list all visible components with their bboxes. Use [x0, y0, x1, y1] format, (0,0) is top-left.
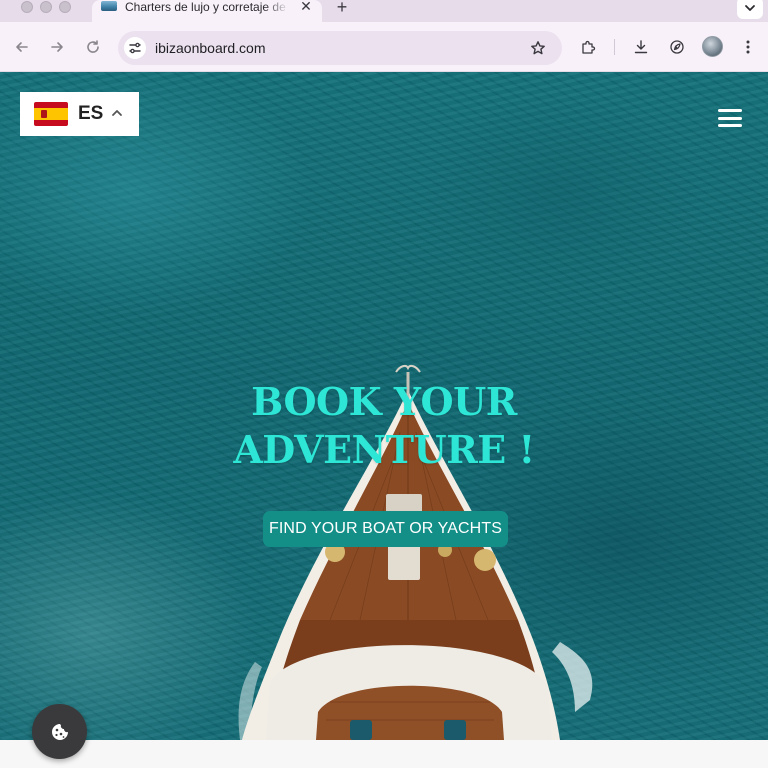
- bookmark-button[interactable]: [528, 38, 548, 58]
- close-icon[interactable]: ✕: [297, 0, 315, 14]
- hamburger-icon[interactable]: [716, 107, 744, 129]
- hero-title: BOOK YOUR ADVENTURE !: [184, 378, 584, 474]
- flag-crest: [41, 110, 47, 118]
- tab-strip: Charters de lujo y corretaje de ✕ +: [0, 0, 768, 24]
- downloads-button[interactable]: [631, 37, 651, 57]
- site-info-button[interactable]: [124, 37, 146, 59]
- hamburger-bar: [718, 116, 742, 120]
- star-icon: [531, 41, 545, 55]
- hamburger-bar: [718, 109, 742, 112]
- performance-button[interactable]: [667, 37, 687, 57]
- zoom-window-button[interactable]: [59, 1, 71, 13]
- plus-icon[interactable]: +: [332, 0, 352, 17]
- cookie-settings-button[interactable]: [32, 704, 87, 759]
- tab-search-button[interactable]: [737, 0, 763, 19]
- language-code: ES: [78, 103, 104, 124]
- extensions-button[interactable]: [578, 37, 598, 57]
- reload-icon: [87, 40, 99, 53]
- hero-title-exclaim: !: [518, 427, 535, 472]
- hamburger-bar: [718, 124, 742, 127]
- address-bar[interactable]: ibizaonboard.com: [118, 31, 562, 65]
- tune-icon: [129, 42, 141, 54]
- kebab-menu-icon: [746, 40, 750, 54]
- close-window-button[interactable]: [21, 1, 33, 13]
- download-icon: [634, 40, 648, 54]
- find-boat-button[interactable]: FIND YOUR BOAT OR YACHTS: [263, 511, 508, 547]
- chevron-up-icon: [110, 106, 124, 120]
- browser-menu-button[interactable]: [738, 37, 758, 57]
- browser-toolbar: ibizaonboard.com: [0, 22, 768, 72]
- hero-title-line1: BOOK YOUR: [251, 379, 517, 424]
- hero-title-line2: ADVENTURE !: [184, 426, 584, 474]
- arrow-right-icon: [51, 42, 63, 52]
- cookie-icon: [51, 723, 68, 740]
- back-button[interactable]: [12, 37, 32, 57]
- arrow-left-icon: [16, 42, 28, 52]
- tab-title: Charters de lujo y corretaje de: [125, 0, 286, 14]
- ibiza-boat-favicon-icon: [101, 1, 117, 11]
- reload-button[interactable]: [83, 37, 103, 57]
- puzzle-icon: [582, 40, 596, 54]
- toolbar-divider: [614, 39, 615, 55]
- spain-flag-icon: [34, 102, 68, 126]
- language-selector[interactable]: ES: [20, 92, 139, 136]
- url-text[interactable]: ibizaonboard.com: [155, 39, 266, 57]
- hero-title-word: ADVENTURE: [233, 427, 506, 472]
- minimize-window-button[interactable]: [40, 1, 52, 13]
- leaf-icon: [670, 40, 684, 54]
- forward-button[interactable]: [47, 37, 67, 57]
- browser-tab[interactable]: Charters de lujo y corretaje de ✕: [92, 0, 322, 24]
- avatar[interactable]: [702, 36, 723, 57]
- chevron-down-icon: [745, 5, 755, 11]
- hero-section: ES BOOK YOUR ADVENTURE ! FIND YOUR BOAT …: [0, 72, 768, 740]
